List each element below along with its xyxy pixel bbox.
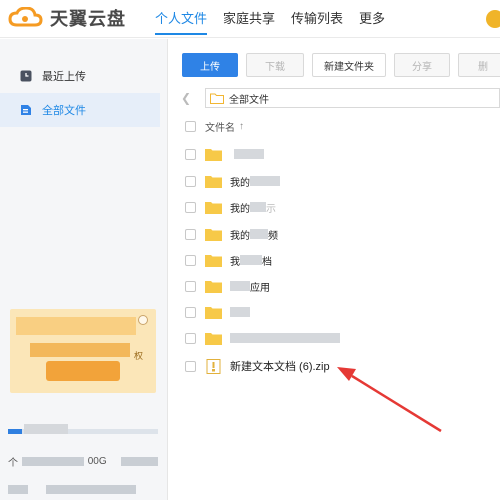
annotation-arrow-icon bbox=[337, 367, 442, 433]
